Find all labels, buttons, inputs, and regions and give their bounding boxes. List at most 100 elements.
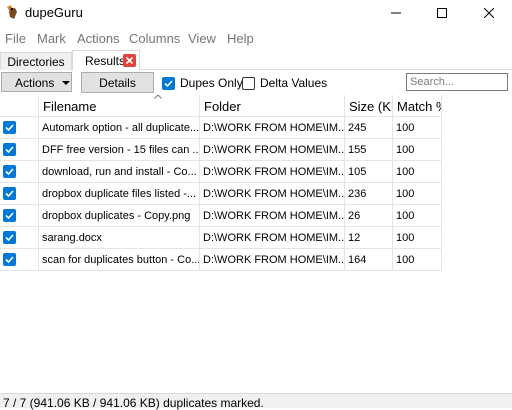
- size-cell: 236: [345, 183, 393, 205]
- checkmark-icon: [5, 168, 14, 176]
- checkmark-icon: [5, 212, 14, 220]
- table-row[interactable]: dropbox duplicate files listed -... D:\W…: [0, 183, 442, 205]
- tab-directories[interactable]: Directories: [0, 52, 72, 70]
- tab-close-button[interactable]: [123, 54, 136, 67]
- match-cell: 100: [393, 205, 442, 227]
- folder-cell: D:\WORK FROM HOME\IM...: [200, 183, 345, 205]
- size-cell: 245: [345, 117, 393, 139]
- row-checkbox[interactable]: [3, 121, 16, 134]
- results-table: Filename Folder Size (KB) Match % Automa…: [0, 95, 512, 395]
- menu-mark[interactable]: Mark: [37, 31, 66, 46]
- delta-values-toggle[interactable]: Delta Values: [242, 75, 327, 91]
- row-checkbox[interactable]: [3, 253, 16, 266]
- row-mark-cell[interactable]: [0, 249, 39, 271]
- actions-dropdown[interactable]: Actions: [1, 72, 72, 92]
- size-cell: 164: [345, 249, 393, 271]
- checkmark-icon: [5, 234, 14, 242]
- minimize-icon: [391, 12, 401, 14]
- checkmark-icon: [5, 256, 14, 264]
- dupes-only-checkbox[interactable]: [162, 76, 175, 90]
- match-cell: 100: [393, 249, 442, 271]
- size-cell: 12: [345, 227, 393, 249]
- folder-cell: D:\WORK FROM HOME\IM...: [200, 117, 345, 139]
- menu-view[interactable]: View: [188, 31, 216, 46]
- header-match[interactable]: Match %: [393, 95, 442, 117]
- folder-cell: D:\WORK FROM HOME\IM...: [200, 227, 345, 249]
- filename-cell: Automark option - all duplicate...: [39, 117, 200, 139]
- dupes-only-toggle[interactable]: Dupes Only: [162, 75, 243, 91]
- filename-cell: sarang.docx: [39, 227, 200, 249]
- row-mark-cell[interactable]: [0, 139, 39, 161]
- size-cell: 26: [345, 205, 393, 227]
- row-mark-cell[interactable]: [0, 161, 39, 183]
- row-mark-cell[interactable]: [0, 227, 39, 249]
- match-cell: 100: [393, 227, 442, 249]
- chevron-down-icon: [62, 81, 70, 85]
- title-bar: dupeGuru: [0, 0, 512, 26]
- size-cell: 105: [345, 161, 393, 183]
- folder-cell: D:\WORK FROM HOME\IM...: [200, 205, 345, 227]
- checkmark-icon: [5, 190, 14, 198]
- folder-cell: D:\WORK FROM HOME\IM...: [200, 249, 345, 271]
- row-mark-cell[interactable]: [0, 183, 39, 205]
- minimize-button[interactable]: [373, 0, 419, 26]
- menu-bar: File Mark Actions Columns View Help: [0, 28, 512, 48]
- table-row[interactable]: scan for duplicates button - Co... D:\WO…: [0, 249, 442, 271]
- folder-cell: D:\WORK FROM HOME\IM...: [200, 161, 345, 183]
- header-size[interactable]: Size (KB): [345, 95, 393, 117]
- actions-label: Actions: [15, 76, 55, 90]
- match-cell: 100: [393, 161, 442, 183]
- folder-cell: D:\WORK FROM HOME\IM...: [200, 139, 345, 161]
- status-bar: 7 / 7 (941.06 KB / 941.06 KB) duplicates…: [0, 393, 512, 410]
- match-cell: 100: [393, 117, 442, 139]
- table-row[interactable]: sarang.docx D:\WORK FROM HOME\IM... 12 1…: [0, 227, 442, 249]
- match-cell: 100: [393, 139, 442, 161]
- tab-results[interactable]: Results: [72, 50, 140, 71]
- close-window-button[interactable]: [466, 0, 512, 26]
- tab-bar: Directories Results: [0, 50, 512, 71]
- dupeguru-logo-icon: [7, 5, 17, 19]
- filename-cell: download, run and install - Co...: [39, 161, 200, 183]
- checkmark-icon: [5, 146, 14, 154]
- close-icon: [484, 8, 494, 18]
- row-checkbox[interactable]: [3, 165, 16, 178]
- sort-ascending-icon: [154, 95, 162, 99]
- row-checkbox[interactable]: [3, 143, 16, 156]
- header-filename-label: Filename: [43, 99, 97, 114]
- row-mark-cell[interactable]: [0, 205, 39, 227]
- close-icon: [125, 56, 134, 65]
- table-row[interactable]: Automark option - all duplicate... D:\WO…: [0, 117, 442, 139]
- header-marked-column[interactable]: [0, 95, 39, 117]
- match-cell: 100: [393, 183, 442, 205]
- window-title: dupeGuru: [25, 5, 83, 20]
- row-checkbox[interactable]: [3, 209, 16, 222]
- table-row[interactable]: DFF free version - 15 files can ... D:\W…: [0, 139, 442, 161]
- header-folder[interactable]: Folder: [200, 95, 345, 117]
- menu-actions[interactable]: Actions: [77, 31, 120, 46]
- checkmark-icon: [164, 79, 173, 87]
- row-checkbox[interactable]: [3, 187, 16, 200]
- toolbar: Actions Details Dupes Only Delta Values …: [0, 71, 512, 95]
- search-input[interactable]: Search...: [406, 73, 508, 91]
- filename-cell: scan for duplicates button - Co...: [39, 249, 200, 271]
- delta-values-label: Delta Values: [260, 76, 328, 90]
- size-cell: 155: [345, 139, 393, 161]
- filename-cell: dropbox duplicates - Copy.png: [39, 205, 200, 227]
- maximize-button[interactable]: [419, 0, 465, 26]
- tab-results-label: Results: [85, 54, 126, 68]
- delta-values-checkbox[interactable]: [242, 76, 255, 90]
- menu-file[interactable]: File: [5, 31, 26, 46]
- header-filename[interactable]: Filename: [39, 95, 200, 117]
- menu-help[interactable]: Help: [227, 31, 254, 46]
- checkmark-icon: [5, 124, 14, 132]
- filename-cell: dropbox duplicate files listed -...: [39, 183, 200, 205]
- row-checkbox[interactable]: [3, 231, 16, 244]
- details-button[interactable]: Details: [81, 72, 154, 93]
- menu-columns[interactable]: Columns: [129, 31, 180, 46]
- row-mark-cell[interactable]: [0, 117, 39, 139]
- maximize-icon: [437, 8, 447, 18]
- table-row[interactable]: dropbox duplicates - Copy.png D:\WORK FR…: [0, 205, 442, 227]
- filename-cell: DFF free version - 15 files can ...: [39, 139, 200, 161]
- dupes-only-label: Dupes Only: [180, 76, 243, 90]
- table-row[interactable]: download, run and install - Co... D:\WOR…: [0, 161, 442, 183]
